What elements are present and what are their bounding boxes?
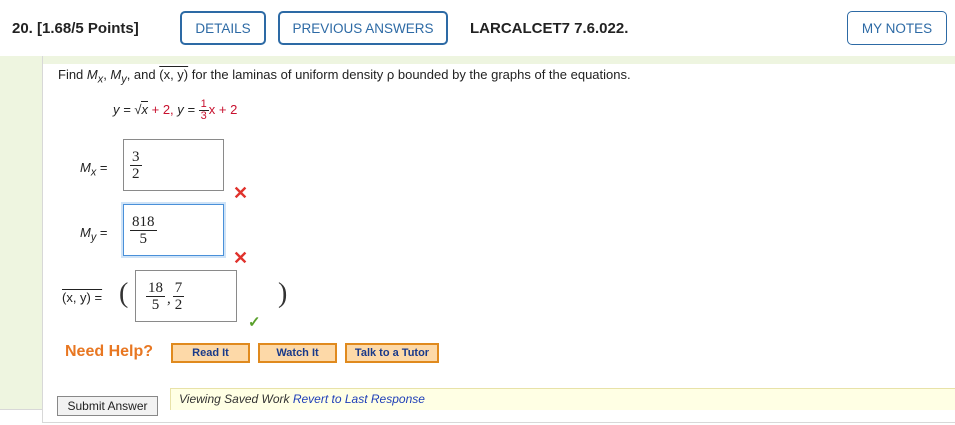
saved-work-banner: Viewing Saved Work Revert to Last Respon… [170,388,955,410]
problem-prompt: Find Mx, My, and (x, y) for the laminas … [58,67,631,86]
need-help-label: Need Help? [65,343,154,360]
details-button[interactable]: DETAILS [180,11,266,45]
question-number: 20. [1.68/5 Points] [12,20,139,37]
talk-to-tutor-button[interactable]: Talk to a Tutor [345,343,439,363]
correct-check-icon: ✓ [248,314,261,331]
previous-answers-button[interactable]: PREVIOUS ANSWERS [278,11,448,45]
submit-answer-button[interactable]: Submit Answer [57,396,158,416]
boundary-equations: y = √x + 2, y = 13x + 2 [113,98,238,122]
incorrect-icon: ✕ [233,248,249,268]
right-paren: ) [278,278,288,309]
incorrect-icon: ✕ [233,183,249,203]
mx-answer-field[interactable]: 32 [123,139,224,191]
centroid-answer-field[interactable]: 18 5 , 72 [135,270,237,322]
my-label: My = [80,225,108,244]
left-paren: ( [119,278,129,309]
revert-link[interactable]: Revert to Last Response [293,392,425,406]
mx-label: Mx = [80,160,108,179]
question-left-band [0,56,42,410]
my-answer-field[interactable]: 818 5 [123,204,224,256]
read-it-button[interactable]: Read It [171,343,250,363]
question-header: 20. [1.68/5 Points] DETAILS PREVIOUS ANS… [0,0,955,56]
my-notes-button[interactable]: MY NOTES [847,11,947,45]
centroid-label: (x, y) = [62,290,103,305]
watch-it-button[interactable]: Watch It [258,343,337,363]
problem-reference: LARCALCET7 7.6.022. [470,20,629,37]
